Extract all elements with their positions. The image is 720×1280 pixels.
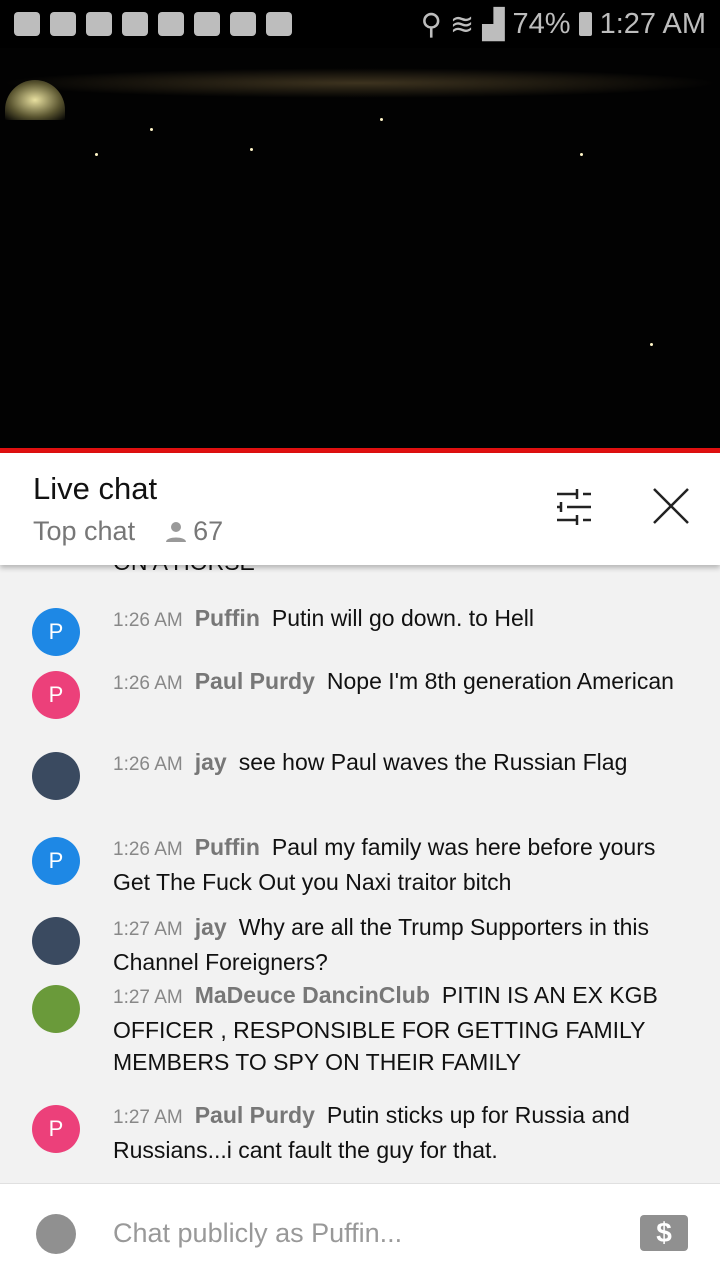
video-light [250,148,253,151]
message-author[interactable]: Paul Purdy [195,1102,315,1128]
warning-icon [194,12,220,36]
chat-mode[interactable]: Top chat [33,516,135,547]
m-app-icon [158,12,184,36]
partial-message: ON A HORSE [113,565,255,576]
message-time: 1:27 AM [113,987,183,1008]
message-time: 1:26 AM [113,610,183,631]
message-text: see how Paul waves the Russian Flag [238,749,628,775]
message-body: 1:27 AM jay Why are all the Trump Supporte… [113,911,693,978]
message-body: 1:27 AM Paul Purdy Putin sticks up for Rus… [113,1099,693,1166]
chat-input-bar: Chat publicly as Puffin... $ [0,1183,720,1280]
chat-feed[interactable]: ON A HORSE P 1:26 AM Puffin Putin will go … [0,565,720,1183]
status-bar: ⚲ ≋ ▟ 74% 1:27 AM [0,0,720,48]
message-body: 1:27 AM MaDeuce DancinClub PITIN IS AN EX … [113,979,693,1078]
notification-icons [14,12,292,36]
shopping-bag-icon [266,12,292,36]
super-chat-dollar-icon[interactable]: $ [640,1215,688,1251]
video-light [650,343,653,346]
message-time: 1:27 AM [113,1107,183,1128]
message-time: 1:26 AM [113,839,183,860]
avatar[interactable] [32,752,80,800]
message-time: 1:26 AM [113,754,183,775]
viewer-count: 67 [193,516,224,546]
message-time: 1:27 AM [113,919,183,940]
message-author[interactable]: Puffin [195,834,260,860]
message-text: Why are all the Trump Supporters in this… [113,914,650,975]
alert-message-icon [50,12,76,36]
chat-header: Live chat Top chat 67 [0,453,720,565]
video-light [95,153,98,156]
video-player[interactable] [0,48,720,450]
video-light [150,128,153,131]
chat-mode-selector[interactable]: Top chat 67 [33,516,223,547]
message-author[interactable]: jay [195,749,227,775]
person-icon [166,521,187,542]
signal-icon: ▟ [482,8,505,41]
chat-input[interactable]: Chat publicly as Puffin... [113,1218,402,1249]
avatar[interactable] [32,985,80,1033]
filter-icon[interactable] [555,489,595,525]
battery-icon [578,12,592,36]
message-text: Putin sticks up for Russia and Russians.… [113,1102,630,1163]
message-author[interactable]: MaDeuce DancinClub [195,982,430,1008]
message-body: 1:26 AM Paul Purdy Nope I'm 8th generation… [113,665,693,700]
message-author[interactable]: Puffin [195,605,260,631]
message-text: Putin will go down. to Hell [271,605,534,631]
message-body: 1:26 AM jay see how Paul waves the Russian… [113,746,693,781]
video-light [580,153,583,156]
message-body: 1:26 AM Puffin Paul my family was here bef… [113,831,693,898]
wifi-icon: ≋ [449,8,475,41]
close-icon[interactable] [652,487,690,525]
message-text: Nope I'm 8th generation American [326,668,674,694]
battery-percent: 74% [512,7,571,40]
message-icon [14,12,40,36]
folder-icon [122,12,148,36]
avatar[interactable]: P [32,837,80,885]
image-icon [230,12,256,36]
video-light [380,118,383,121]
avatar[interactable]: P [32,608,80,656]
message-time: 1:26 AM [113,673,183,694]
chat-title: Live chat [33,471,158,506]
avatar[interactable] [32,917,80,965]
location-icon: ⚲ [420,8,442,41]
message-author[interactable]: jay [195,914,227,940]
avatar[interactable]: P [32,671,80,719]
video-glow [0,68,720,98]
emoji-icon[interactable] [36,1214,76,1254]
message-author[interactable]: Paul Purdy [195,668,315,694]
clock: 1:27 AM [599,7,706,40]
message-body: 1:26 AM Puffin Putin will go down. to Hell [113,602,693,637]
avatar[interactable]: P [32,1105,80,1153]
youtube-icon [86,12,112,36]
